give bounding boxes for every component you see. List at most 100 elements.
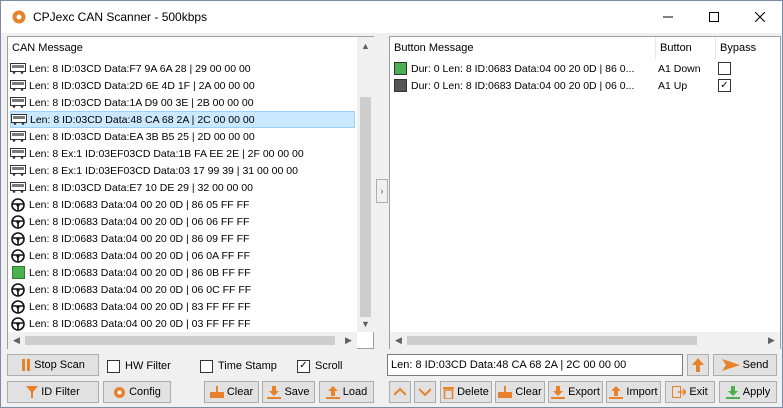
- can-list-item[interactable]: Len: 8 ID:0683 Data:04 00 20 0D | 06 06 …: [10, 213, 355, 230]
- time-stamp-box[interactable]: [200, 359, 213, 373]
- pause-icon: [22, 359, 31, 371]
- id-filter-button[interactable]: ID Filter: [7, 381, 99, 403]
- bus-icon: [10, 96, 26, 109]
- load-label: Load: [342, 386, 368, 398]
- steering-wheel-icon: [10, 248, 26, 263]
- stop-scan-button[interactable]: Stop Scan: [7, 354, 99, 376]
- bus-icon: [10, 181, 26, 194]
- chevron-up-icon: [394, 388, 406, 396]
- hscroll-thumb[interactable]: [25, 336, 335, 345]
- button-header[interactable]: Button: [656, 37, 716, 59]
- can-list-item[interactable]: Len: 8 ID:03CD Data:E7 10 DE 29 | 32 00 …: [10, 179, 355, 196]
- clear-button-left[interactable]: Clear: [204, 381, 259, 403]
- config-button[interactable]: Config: [103, 381, 171, 403]
- button-message-list[interactable]: Button Message Button Bypass Dur: 0 Len:…: [389, 36, 781, 349]
- can-list-item[interactable]: Len: 8 ID:03CD Data:F7 9A 6A 28 | 29 00 …: [10, 60, 355, 77]
- move-down-button[interactable]: [414, 381, 436, 403]
- can-message-text: Len: 8 Ex:1 ID:03EF03CD Data:03 17 99 39…: [29, 164, 298, 177]
- delete-button[interactable]: Delete: [440, 381, 492, 403]
- send-button[interactable]: Send: [713, 354, 777, 376]
- gear-icon: [12, 10, 26, 24]
- green-square-icon: [10, 266, 26, 279]
- can-list-item[interactable]: Len: 8 Ex:1 ID:03EF03CD Data:1B FA EE 2E…: [10, 145, 355, 162]
- move-up-button[interactable]: [389, 381, 411, 403]
- can-list-item[interactable]: Len: 8 ID:0683 Data:04 00 20 0D | 06 0C …: [10, 281, 355, 298]
- maximize-button[interactable]: [691, 1, 737, 33]
- minimize-button[interactable]: [645, 1, 691, 33]
- color-swatch-icon[interactable]: [392, 79, 408, 92]
- can-message-text: Len: 8 ID:0683 Data:04 00 20 0D | 06 06 …: [29, 215, 250, 228]
- button-message-header[interactable]: Button Message: [390, 37, 656, 59]
- scroll-up-arrow-icon[interactable]: ▲: [357, 37, 374, 54]
- apply-label: Apply: [742, 386, 771, 398]
- filter-icon: [26, 386, 39, 398]
- can-message-text: Len: 8 ID:0683 Data:04 00 20 0D | 86 05 …: [29, 198, 250, 211]
- id-filter-label: ID Filter: [41, 386, 80, 398]
- can-list-item[interactable]: Len: 8 ID:03CD Data:2D 6E 4D 1F | 2A 00 …: [10, 77, 355, 94]
- bypass-checkbox[interactable]: ✓: [718, 79, 731, 92]
- hw-filter-box[interactable]: [107, 359, 120, 373]
- can-list-item[interactable]: Len: 8 Ex:1 ID:03EF03CD Data:03 17 99 39…: [10, 162, 355, 179]
- bus-icon: [11, 113, 27, 126]
- time-stamp-checkbox[interactable]: Time Stamp: [200, 357, 277, 375]
- scroll-thumb[interactable]: [360, 97, 371, 317]
- button-message-text: Dur: 0 Len: 8 ID:0683 Data:04 00 20 0D |…: [411, 79, 635, 92]
- button-list-item[interactable]: Dur: 0 Len: 8 ID:0683 Data:04 00 20 0D |…: [392, 77, 778, 94]
- load-button[interactable]: Load: [319, 381, 374, 403]
- can-message-text: Len: 8 ID:03CD Data:1A D9 00 3E | 2B 00 …: [29, 96, 254, 109]
- bypass-checkbox[interactable]: [718, 62, 731, 75]
- scroll-label: Scroll: [315, 360, 343, 372]
- can-list-item[interactable]: Len: 8 ID:0683 Data:04 00 20 0D | 83 FF …: [10, 298, 355, 315]
- scroll-checkbox[interactable]: ✓ Scroll: [297, 357, 343, 375]
- button-horizontal-scrollbar[interactable]: ◀ ▶: [390, 332, 780, 349]
- delete-label: Delete: [457, 386, 489, 398]
- download-icon: [551, 385, 566, 399]
- can-message-text: Len: 8 ID:0683 Data:04 00 20 0D | 86 0B …: [29, 266, 251, 279]
- hw-filter-checkbox[interactable]: HW Filter: [107, 357, 171, 375]
- can-list-item[interactable]: Len: 8 ID:03CD Data:48 CA 68 2A | 2C 00 …: [10, 111, 355, 128]
- broom-icon: [209, 386, 224, 398]
- upload-icon: [325, 385, 340, 399]
- import-button[interactable]: Import: [606, 381, 661, 403]
- scroll-right-arrow-icon[interactable]: ▶: [763, 332, 780, 349]
- steering-wheel-icon: [10, 197, 26, 212]
- can-list-item[interactable]: Len: 8 ID:03CD Data:EA 3B B5 25 | 2D 00 …: [10, 128, 355, 145]
- can-list-item[interactable]: Len: 8 ID:0683 Data:04 00 20 0D | 86 0B …: [10, 264, 355, 281]
- scroll-left-arrow-icon[interactable]: ◀: [8, 332, 25, 349]
- app-window: CPJexc CAN Scanner - 500kbps CAN Message…: [0, 0, 783, 408]
- export-button[interactable]: Export: [548, 381, 603, 403]
- clear-button-right[interactable]: Clear: [495, 381, 545, 403]
- button-list-item[interactable]: Dur: 0 Len: 8 ID:0683 Data:04 00 20 0D |…: [392, 60, 778, 77]
- bypass-header[interactable]: Bypass: [716, 37, 780, 59]
- scroll-down-arrow-icon[interactable]: ▼: [357, 315, 374, 332]
- can-list-item[interactable]: Len: 8 ID:0683 Data:04 00 20 0D | 06 0A …: [10, 247, 355, 264]
- can-message-text: Len: 8 ID:03CD Data:48 CA 68 2A | 2C 00 …: [30, 113, 255, 126]
- exit-icon: [672, 386, 687, 398]
- can-message-header[interactable]: CAN Message: [8, 37, 358, 59]
- can-message-text: Len: 8 ID:03CD Data:F7 9A 6A 28 | 29 00 …: [29, 62, 251, 75]
- can-list-item[interactable]: Len: 8 ID:03CD Data:1A D9 00 3E | 2B 00 …: [10, 94, 355, 111]
- close-button[interactable]: [737, 1, 783, 33]
- title-bar[interactable]: CPJexc CAN Scanner - 500kbps: [1, 1, 782, 33]
- download-icon: [267, 385, 282, 399]
- scroll-left-arrow-icon[interactable]: ◀: [390, 332, 407, 349]
- can-list-item[interactable]: Len: 8 ID:0683 Data:04 00 20 0D | 86 05 …: [10, 196, 355, 213]
- scroll-right-arrow-icon[interactable]: ▶: [340, 332, 357, 349]
- splitter-handle[interactable]: ›: [376, 179, 388, 203]
- hscroll-thumb[interactable]: [407, 336, 697, 345]
- hw-filter-label: HW Filter: [125, 360, 171, 372]
- steering-wheel-icon: [10, 231, 26, 246]
- can-list-item[interactable]: Len: 8 ID:0683 Data:04 00 20 0D | 86 09 …: [10, 230, 355, 247]
- send-up-button[interactable]: [687, 354, 709, 376]
- can-horizontal-scrollbar[interactable]: ◀ ▶: [8, 332, 357, 349]
- scroll-box[interactable]: ✓: [297, 359, 310, 373]
- can-message-list[interactable]: CAN Message Len: 8 ID:03CD Data:F7 9A 6A…: [7, 36, 374, 349]
- save-button[interactable]: Save: [262, 381, 315, 403]
- color-swatch-icon[interactable]: [392, 62, 408, 75]
- can-list-item[interactable]: Len: 8 ID:0683 Data:04 00 20 0D | 03 FF …: [10, 315, 355, 332]
- steering-wheel-icon: [10, 299, 26, 314]
- message-input[interactable]: Len: 8 ID:03CD Data:48 CA 68 2A | 2C 00 …: [387, 354, 683, 376]
- apply-button[interactable]: Apply: [719, 381, 777, 403]
- exit-button[interactable]: Exit: [665, 381, 715, 403]
- can-vertical-scrollbar[interactable]: ▲ ▼: [357, 37, 374, 332]
